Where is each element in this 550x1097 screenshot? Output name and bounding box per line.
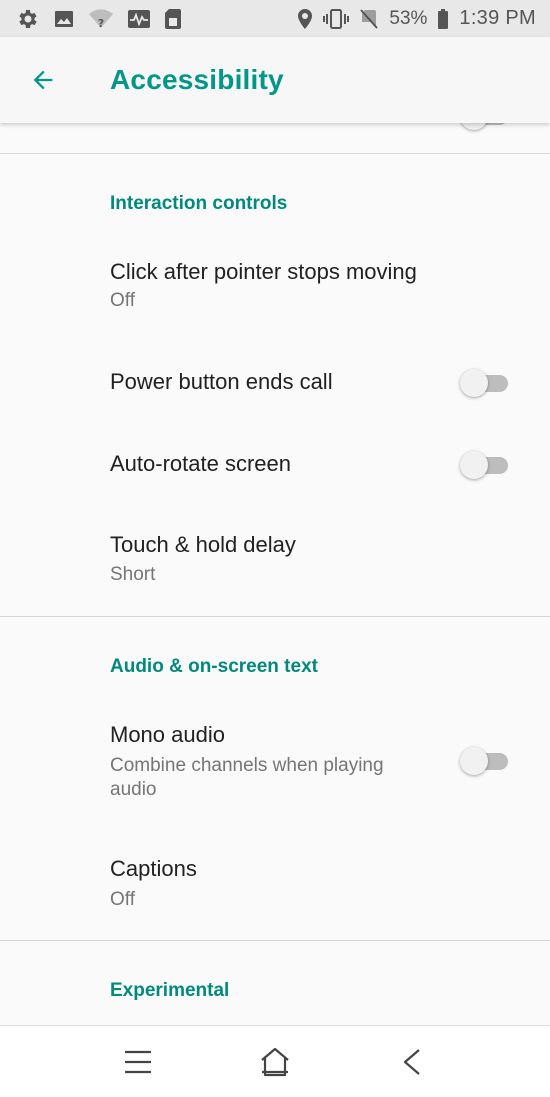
no-sim-icon — [359, 8, 379, 30]
section-header-experimental: Experimental — [110, 980, 230, 1001]
home-icon — [261, 1047, 289, 1077]
settings-list[interactable]: Interaction controls Click after pointer… — [0, 123, 550, 1025]
svg-text:?: ? — [98, 17, 104, 30]
divider — [0, 940, 550, 941]
clock: 1:39 PM — [459, 7, 536, 29]
menu-button[interactable] — [116, 1040, 160, 1084]
battery-percent: 53% — [389, 7, 428, 29]
divider — [0, 616, 550, 617]
home-button[interactable] — [253, 1040, 297, 1084]
section-header-interaction-controls: Interaction controls — [110, 193, 288, 214]
item-summary: Off — [110, 290, 135, 311]
activity-icon — [127, 8, 151, 30]
app-bar: Accessibility — [0, 37, 550, 123]
item-summary: Short — [110, 564, 156, 585]
list-item-captions[interactable]: Captions Off — [0, 845, 550, 933]
page-title: Accessibility — [110, 64, 284, 95]
item-title: Captions — [110, 856, 197, 881]
toggle-switch-mono-audio[interactable] — [460, 746, 510, 776]
vibrate-icon — [323, 8, 350, 30]
toggle-switch-auto-rotate[interactable] — [460, 450, 510, 480]
partial-list-item[interactable] — [0, 123, 550, 155]
gear-icon — [16, 7, 40, 31]
back-nav-button[interactable] — [390, 1040, 434, 1084]
navigation-bar — [0, 1025, 550, 1097]
arrow-back-icon — [33, 70, 53, 90]
list-item-touch-hold-delay[interactable]: Touch & hold delay Short — [0, 507, 550, 599]
location-pin-icon — [297, 8, 313, 30]
list-item-mono-audio[interactable]: Mono audio Combine channels when playing… — [0, 701, 550, 821]
list-item-power-button-ends-call[interactable]: Power button ends call — [0, 341, 550, 425]
back-chevron-icon — [403, 1049, 420, 1075]
partial-toggle-switch[interactable] — [460, 123, 510, 131]
item-title: Power button ends call — [110, 369, 333, 394]
item-title: Touch & hold delay — [110, 532, 296, 557]
status-right-icons: 53% 1:39 PM — [297, 7, 536, 30]
divider — [0, 153, 550, 154]
item-summary: Off — [110, 889, 135, 910]
back-button[interactable] — [17, 54, 69, 106]
list-item-auto-rotate-screen[interactable]: Auto-rotate screen — [0, 423, 550, 507]
item-title: Click after pointer stops moving — [110, 259, 417, 284]
status-bar: ? 53% 1:39 PM — [0, 0, 550, 37]
image-icon — [53, 8, 75, 30]
wifi-question-icon: ? — [88, 8, 114, 30]
item-title: Mono audio — [110, 722, 225, 747]
menu-icon — [125, 1050, 151, 1074]
sim-card-icon — [164, 8, 182, 30]
list-item-click-after-pointer[interactable]: Click after pointer stops moving Off — [0, 241, 550, 325]
status-left-icons: ? — [16, 7, 182, 31]
section-header-audio-on-screen-text: Audio & on-screen text — [110, 656, 318, 677]
item-summary: Combine channels when playing audio — [110, 755, 384, 800]
battery-icon — [437, 8, 449, 30]
item-title: Auto-rotate screen — [110, 451, 291, 476]
toggle-switch-power-button[interactable] — [460, 368, 510, 398]
